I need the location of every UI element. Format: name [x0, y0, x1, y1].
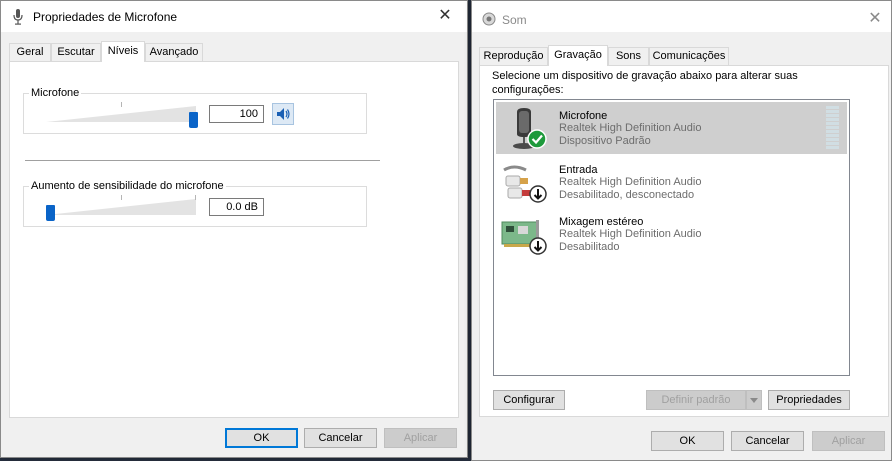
microphone-group-label: Microfone [29, 87, 82, 99]
boost-level-slider[interactable] [46, 195, 206, 221]
device-microfone[interactable]: Microfone Realtek High Definition Audio … [496, 102, 847, 154]
recording-instruction: Selecione um dispositivo de gravação aba… [492, 70, 798, 96]
mic-window-title: Propriedades de Microfone [33, 10, 178, 24]
sound-close-button[interactable]: ✕ [863, 9, 887, 29]
slider-wedge [46, 106, 196, 122]
slider-tick [121, 195, 122, 200]
device-status: Desabilitado, desconectado [559, 189, 695, 201]
tab-geral[interactable]: Geral [9, 43, 51, 61]
tab-niveis[interactable]: Níveis [101, 41, 145, 62]
line-in-device-icon [503, 165, 547, 203]
tab-gravacao[interactable]: Gravação [548, 45, 608, 66]
tab-avancado[interactable]: Avançado [145, 43, 203, 61]
chevron-down-icon [750, 398, 758, 403]
device-name: Entrada [559, 164, 598, 176]
boost-group-label: Aumento de sensibilidade do microfone [29, 180, 226, 192]
level-meter [826, 106, 839, 150]
mic-ok-button[interactable]: OK [225, 428, 298, 448]
mute-toggle-button[interactable] [272, 103, 294, 125]
set-default-button[interactable]: Definir padrão [646, 390, 746, 410]
group-divider [25, 160, 380, 161]
microphone-device-icon [513, 108, 547, 149]
mic-properties-window: Propriedades de Microfone ✕ Geral Escuta… [0, 0, 468, 458]
tab-escutar[interactable]: Escutar [51, 43, 101, 61]
mic-tabstrip: Geral Escutar Níveis Avançado [9, 41, 459, 62]
slider-tick [195, 195, 196, 200]
sound-titlebar[interactable]: Som ✕ [472, 1, 891, 32]
boost-slider-thumb[interactable] [46, 205, 55, 221]
sound-window: Som ✕ Reprodução Gravação Sons Comunicaç… [471, 0, 892, 461]
boost-level-value[interactable]: 0.0 dB [209, 198, 264, 216]
tab-comunicacoes[interactable]: Comunicações [649, 47, 729, 65]
slider-wedge [46, 199, 196, 215]
microphone-level-value[interactable]: 100 [209, 105, 264, 123]
mic-cancel-button[interactable]: Cancelar [304, 428, 377, 448]
properties-button[interactable]: Propriedades [768, 390, 850, 410]
recording-panel: Selecione um dispositivo de gravação aba… [479, 65, 889, 417]
recording-device-list[interactable]: Microfone Realtek High Definition Audio … [493, 99, 850, 376]
microphone-slider-thumb[interactable] [189, 112, 198, 128]
speaker-app-icon [482, 12, 496, 26]
sound-card-device-icon [501, 220, 547, 255]
device-status: Desabilitado [559, 241, 620, 253]
mic-titlebar[interactable]: Propriedades de Microfone ✕ [1, 1, 467, 32]
device-name: Microfone [559, 110, 608, 122]
device-driver: Realtek High Definition Audio [559, 122, 702, 134]
sound-ok-button[interactable]: OK [651, 431, 724, 451]
device-driver: Realtek High Definition Audio [559, 176, 702, 188]
device-entrada[interactable]: Entrada Realtek High Definition Audio De… [496, 156, 847, 208]
sound-cancel-button[interactable]: Cancelar [731, 431, 804, 451]
mic-close-button[interactable]: ✕ [433, 6, 457, 26]
slider-tick [121, 102, 122, 107]
microphone-level-slider[interactable] [46, 102, 206, 128]
mic-levels-panel: Microfone 100 Aumento de sensibilidade d [9, 61, 459, 418]
mic-apply-button[interactable]: Aplicar [384, 428, 457, 448]
sound-window-title: Som [502, 13, 527, 27]
microphone-icon [13, 9, 23, 25]
set-default-dropdown-button[interactable] [746, 390, 762, 410]
device-driver: Realtek High Definition Audio [559, 228, 702, 240]
tab-sons[interactable]: Sons [608, 47, 649, 65]
microphone-group: Microfone 100 [23, 87, 367, 134]
tab-reproducao[interactable]: Reprodução [479, 47, 548, 65]
boost-group: Aumento de sensibilidade do microfone 0.… [23, 180, 367, 227]
configure-button[interactable]: Configurar [493, 390, 565, 410]
device-status: Dispositivo Padrão [559, 135, 651, 147]
device-name: Mixagem estéreo [559, 216, 644, 228]
speaker-icon [277, 108, 290, 120]
sound-tabstrip: Reprodução Gravação Sons Comunicações [479, 45, 889, 66]
sound-apply-button[interactable]: Aplicar [812, 431, 885, 451]
device-mixagem-estereo[interactable]: Mixagem estéreo Realtek High Definition … [496, 208, 847, 260]
